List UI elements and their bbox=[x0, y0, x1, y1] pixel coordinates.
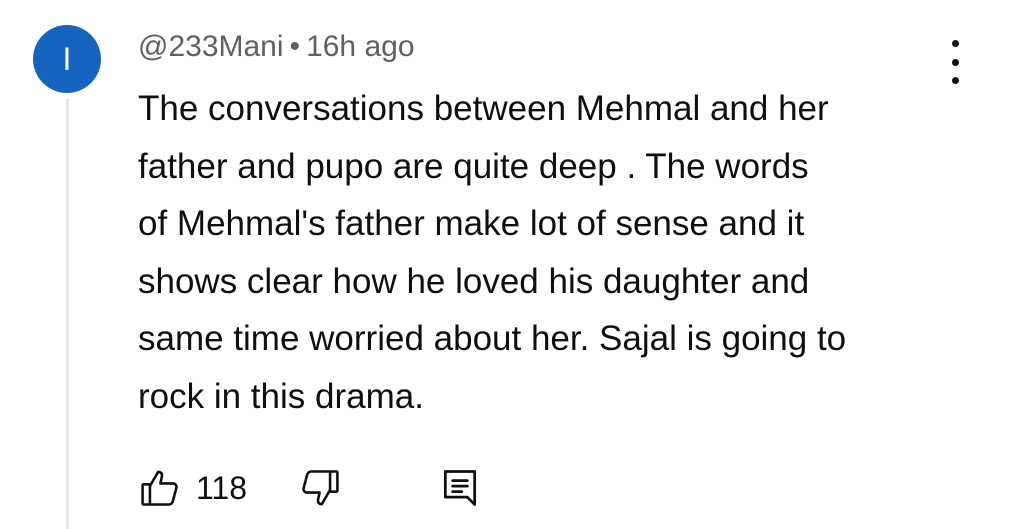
comment-text-line: rock in this drama. bbox=[138, 376, 424, 416]
reply-comment-icon bbox=[443, 470, 477, 506]
thumbs-down-icon bbox=[302, 470, 339, 506]
reply-button[interactable] bbox=[438, 460, 482, 516]
more-vertical-icon-dot bbox=[951, 58, 959, 66]
comment-text: The conversations between Mehmal and her… bbox=[138, 80, 988, 426]
thread-line bbox=[66, 99, 69, 529]
dislike-button[interactable] bbox=[298, 460, 342, 516]
timestamp[interactable]: 16h ago bbox=[306, 30, 414, 63]
author-handle[interactable]: @233Mani bbox=[138, 30, 284, 63]
more-vertical-icon bbox=[951, 40, 959, 47]
comment-text-line: same time worried about her. Sajal is go… bbox=[138, 319, 847, 359]
thumbs-up-icon bbox=[141, 470, 178, 506]
like-button[interactable]: 118 bbox=[138, 460, 247, 516]
comment-text-line: The conversations between Mehmal and her bbox=[138, 89, 829, 128]
comment-card: I @233Mani • 16h ago The conversations bet… bbox=[0, 0, 1024, 529]
comment-text-line: shows clear how he loved his daughter an… bbox=[138, 261, 810, 301]
comment-text-line: father and pupo are quite deep . The wor… bbox=[138, 146, 809, 186]
avatar[interactable]: I bbox=[33, 25, 101, 93]
comment-text-line: of Mehmal's father make lot of sense and… bbox=[138, 204, 805, 244]
meta-separator: • bbox=[289, 30, 301, 63]
comment-meta: @233Mani • 16h ago bbox=[138, 30, 415, 64]
more-options-button[interactable] bbox=[940, 40, 970, 84]
like-count: 118 bbox=[196, 469, 248, 506]
